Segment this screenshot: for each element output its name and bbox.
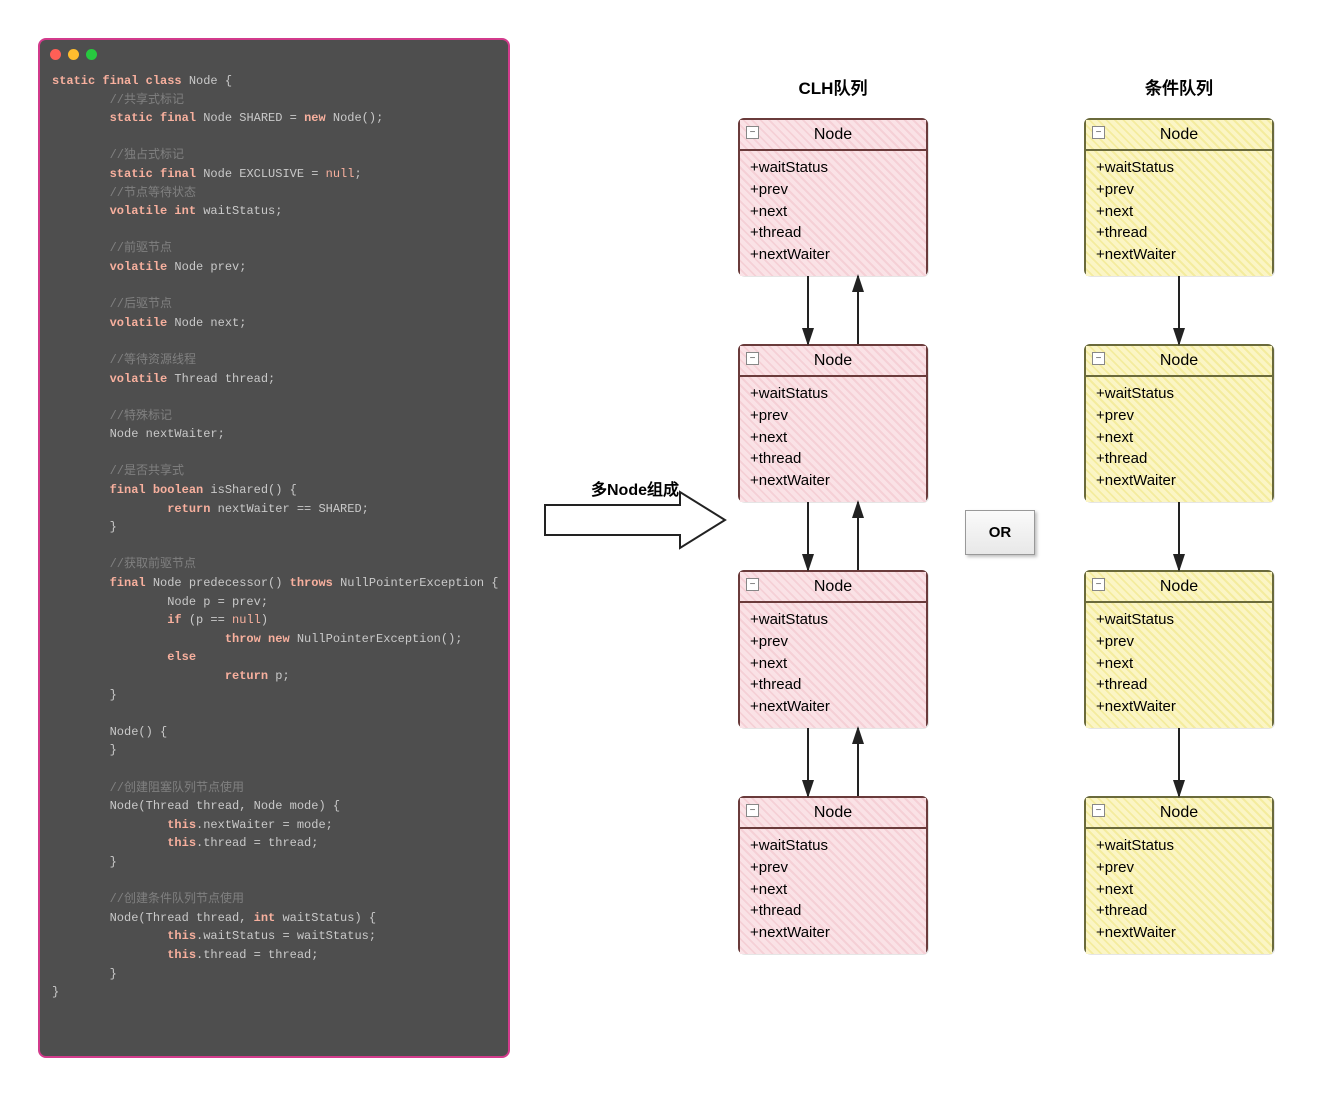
node-field: +waitStatus xyxy=(1096,157,1262,179)
node-header: − Node xyxy=(1086,798,1272,829)
node-field: +next xyxy=(1096,427,1262,449)
node-body: +waitStatus+prev+next+thread+nextWaiter xyxy=(1086,603,1272,728)
node-field: +nextWaiter xyxy=(750,696,916,718)
cond-node-1: − Node +waitStatus+prev+next+thread+nextWa… xyxy=(1084,118,1274,276)
node-field: +next xyxy=(750,201,916,223)
node-body: +waitStatus+prev+next+thread+nextWaiter xyxy=(1086,829,1272,954)
node-field: +next xyxy=(750,879,916,901)
code-block: static final class Node { //共享式标记 static… xyxy=(40,68,508,1018)
node-field: +prev xyxy=(1096,631,1262,653)
node-field: +nextWaiter xyxy=(1096,922,1262,944)
node-field: +thread xyxy=(1096,448,1262,470)
node-field: +nextWaiter xyxy=(1096,696,1262,718)
node-field: +thread xyxy=(750,900,916,922)
diagram-canvas: static final class Node { //共享式标记 static… xyxy=(20,20,1327,1078)
node-body: +waitStatus+prev+next+thread+nextWaiter xyxy=(1086,151,1272,276)
node-field: +prev xyxy=(750,179,916,201)
node-header: − Node xyxy=(740,572,926,603)
node-name: Node xyxy=(814,352,852,369)
clh-node-4: − Node +waitStatus+prev+next+thread+nextWa… xyxy=(738,796,928,954)
node-name: Node xyxy=(1160,804,1198,821)
cond-node-2: − Node +waitStatus+prev+next+thread+nextWa… xyxy=(1084,344,1274,502)
node-header: − Node xyxy=(740,798,926,829)
node-field: +prev xyxy=(750,405,916,427)
collapse-icon[interactable]: − xyxy=(1092,578,1105,591)
collapse-icon[interactable]: − xyxy=(746,126,759,139)
node-header: − Node xyxy=(1086,346,1272,377)
node-header: − Node xyxy=(1086,572,1272,603)
node-field: +next xyxy=(750,653,916,675)
or-box: OR xyxy=(965,510,1035,555)
node-field: +nextWaiter xyxy=(750,244,916,266)
zoom-icon[interactable] xyxy=(86,49,97,60)
node-header: − Node xyxy=(740,346,926,377)
node-field: +next xyxy=(1096,879,1262,901)
node-field: +nextWaiter xyxy=(750,470,916,492)
node-field: +waitStatus xyxy=(750,383,916,405)
node-field: +waitStatus xyxy=(750,835,916,857)
node-field: +thread xyxy=(750,674,916,696)
node-field: +prev xyxy=(1096,857,1262,879)
node-field: +waitStatus xyxy=(1096,383,1262,405)
collapse-icon[interactable]: − xyxy=(1092,804,1105,817)
cond-node-3: − Node +waitStatus+prev+next+thread+nextWa… xyxy=(1084,570,1274,728)
cond-node-4: − Node +waitStatus+prev+next+thread+nextWa… xyxy=(1084,796,1274,954)
node-name: Node xyxy=(814,578,852,595)
collapse-icon[interactable]: − xyxy=(1092,352,1105,365)
node-field: +waitStatus xyxy=(750,157,916,179)
node-field: +nextWaiter xyxy=(1096,244,1262,266)
clh-title: CLH队列 xyxy=(738,74,928,99)
arrow-label: 多Node组成 xyxy=(580,476,690,500)
node-field: +prev xyxy=(750,857,916,879)
node-field: +next xyxy=(750,427,916,449)
node-body: +waitStatus+prev+next+thread+nextWaiter xyxy=(740,603,926,728)
node-body: +waitStatus+prev+next+thread+nextWaiter xyxy=(740,151,926,276)
cond-title: 条件队列 xyxy=(1084,74,1274,99)
node-field: +thread xyxy=(750,448,916,470)
collapse-icon[interactable]: − xyxy=(746,578,759,591)
node-field: +next xyxy=(1096,653,1262,675)
big-arrow-icon xyxy=(545,492,725,548)
node-field: +thread xyxy=(1096,222,1262,244)
node-field: +waitStatus xyxy=(1096,835,1262,857)
node-name: Node xyxy=(1160,352,1198,369)
node-body: +waitStatus+prev+next+thread+nextWaiter xyxy=(740,829,926,954)
node-field: +nextWaiter xyxy=(750,922,916,944)
node-field: +next xyxy=(1096,201,1262,223)
minimize-icon[interactable] xyxy=(68,49,79,60)
node-field: +thread xyxy=(1096,674,1262,696)
node-name: Node xyxy=(814,126,852,143)
node-header: − Node xyxy=(1086,120,1272,151)
code-window: static final class Node { //共享式标记 static… xyxy=(38,38,510,1058)
node-body: +waitStatus+prev+next+thread+nextWaiter xyxy=(740,377,926,502)
node-body: +waitStatus+prev+next+thread+nextWaiter xyxy=(1086,377,1272,502)
node-field: +waitStatus xyxy=(1096,609,1262,631)
node-field: +prev xyxy=(1096,179,1262,201)
clh-node-2: − Node +waitStatus+prev+next+thread+nextWa… xyxy=(738,344,928,502)
collapse-icon[interactable]: − xyxy=(1092,126,1105,139)
window-titlebar xyxy=(40,40,508,68)
clh-node-1: − Node +waitStatus+prev+next+thread+nextWa… xyxy=(738,118,928,276)
node-name: Node xyxy=(1160,578,1198,595)
close-icon[interactable] xyxy=(50,49,61,60)
node-field: +thread xyxy=(1096,900,1262,922)
collapse-icon[interactable]: − xyxy=(746,804,759,817)
node-name: Node xyxy=(814,804,852,821)
node-header: − Node xyxy=(740,120,926,151)
node-name: Node xyxy=(1160,126,1198,143)
collapse-icon[interactable]: − xyxy=(746,352,759,365)
node-field: +prev xyxy=(750,631,916,653)
clh-node-3: − Node +waitStatus+prev+next+thread+nextWa… xyxy=(738,570,928,728)
node-field: +prev xyxy=(1096,405,1262,427)
node-field: +waitStatus xyxy=(750,609,916,631)
node-field: +nextWaiter xyxy=(1096,470,1262,492)
node-field: +thread xyxy=(750,222,916,244)
